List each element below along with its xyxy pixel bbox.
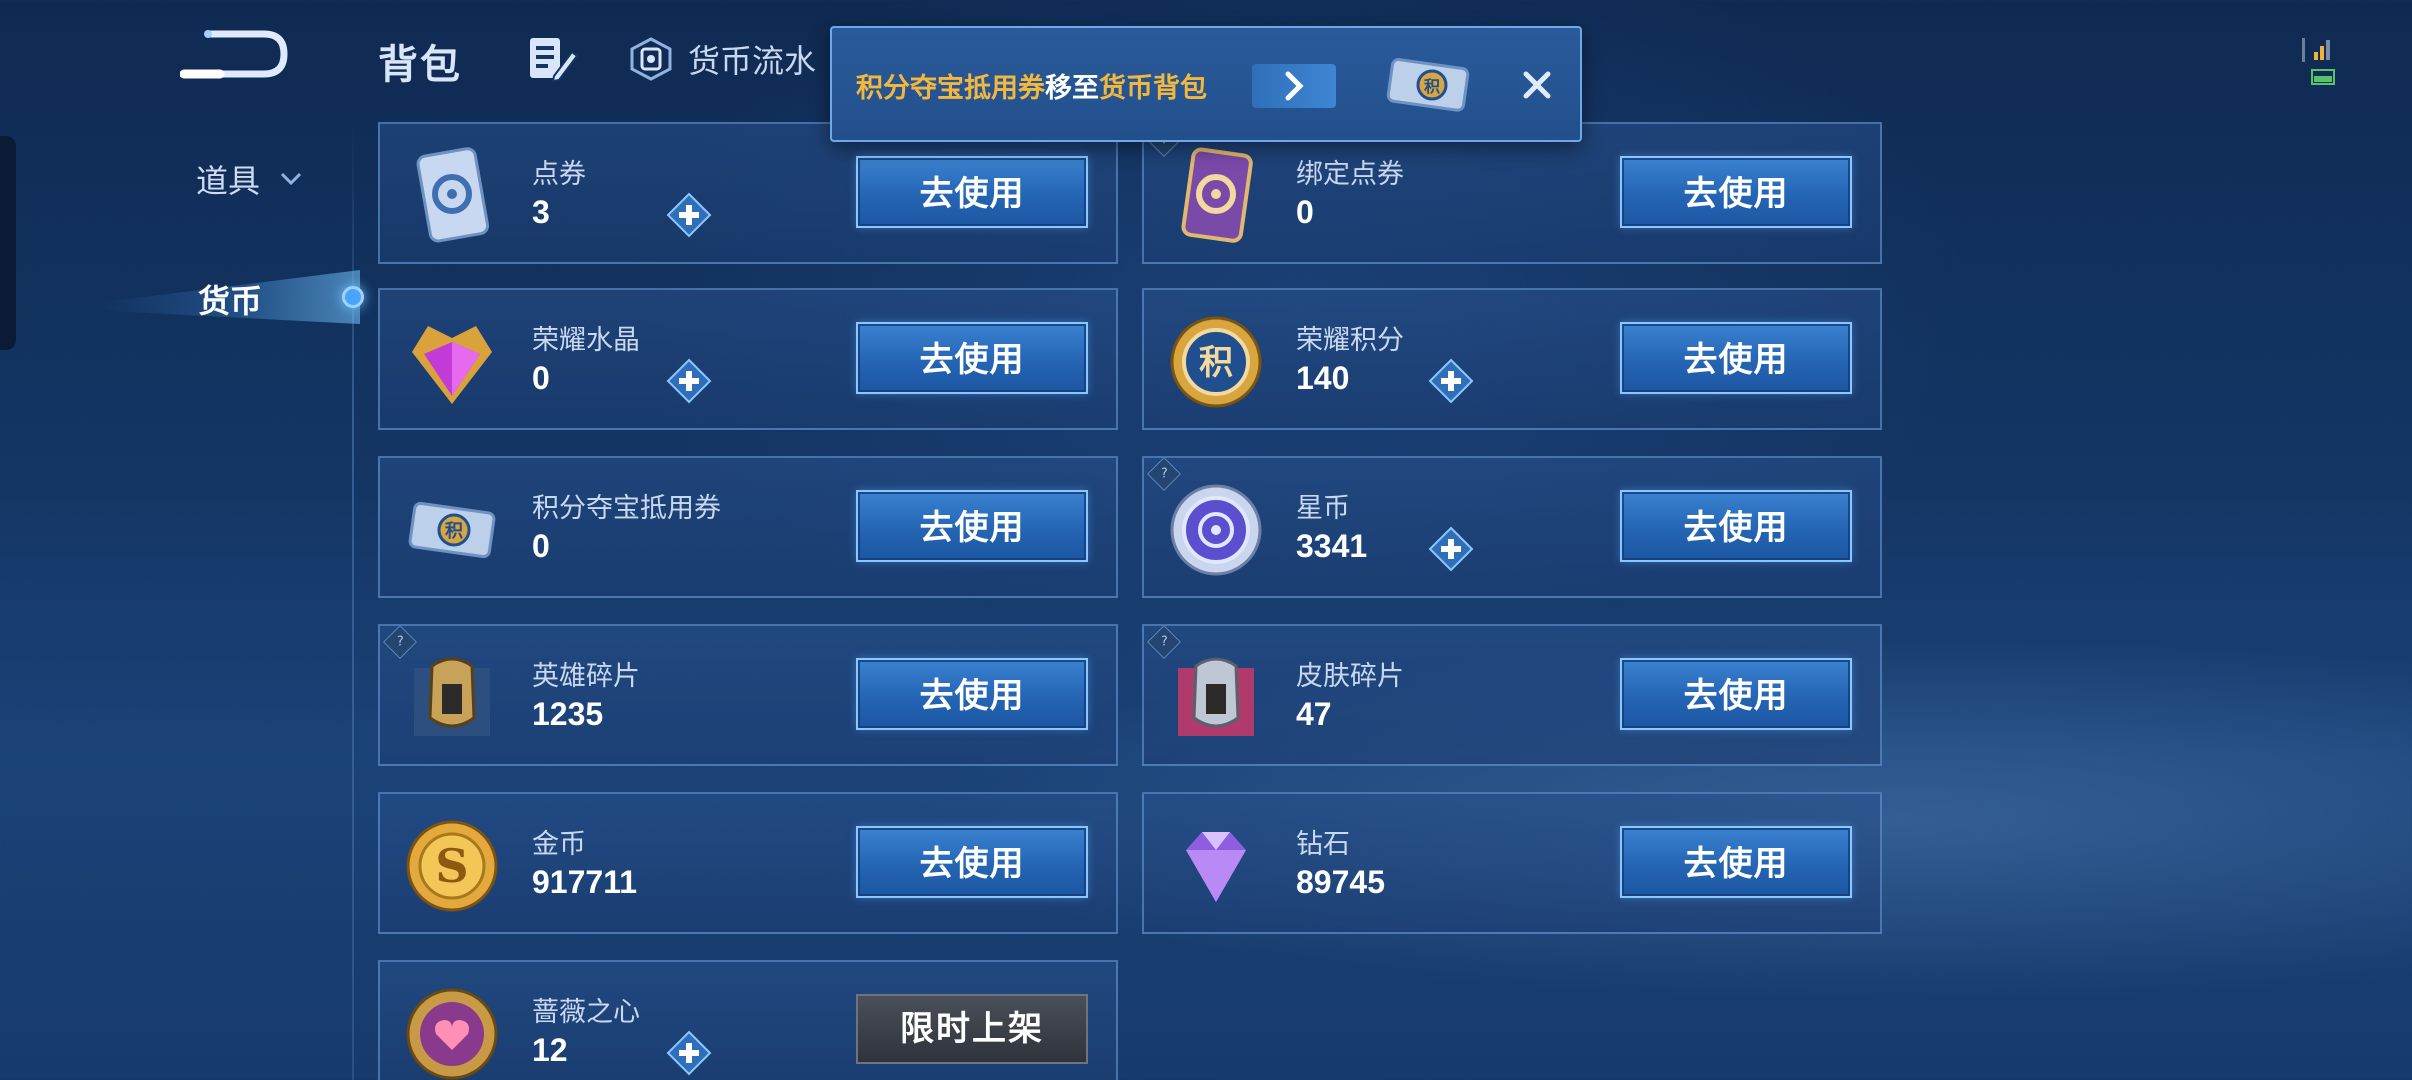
skin-fragment-icon — [1178, 657, 1254, 736]
sidebar-item-props-label: 道具 — [196, 162, 261, 200]
currency-amount: 0 — [532, 528, 550, 564]
currency-amount: 1235 — [532, 696, 604, 732]
gold-coin-icon: S — [406, 820, 498, 912]
use-button[interactable]: 去使用 — [1620, 156, 1852, 228]
back-arrow-icon — [179, 30, 288, 79]
banner-item-name: 积分夺宝抵用券 — [856, 73, 1045, 104]
rose-heart-icon — [406, 988, 498, 1080]
use-button[interactable]: 去使用 — [856, 826, 1088, 898]
currency-amount: 0 — [1296, 194, 1314, 230]
currency-card-glory-points: 积 荣耀积分 140 去使用 — [1142, 288, 1882, 430]
currency-name: 钻石 — [1296, 829, 1350, 860]
currency-amount: 0 — [532, 360, 550, 396]
add-icon[interactable] — [666, 192, 712, 238]
coupon-icon — [416, 147, 490, 243]
bound-coupon-icon — [1181, 147, 1253, 243]
add-icon[interactable] — [666, 358, 712, 404]
lottery-voucher-icon: 积 — [1386, 58, 1470, 112]
move-notice-banner: 积分夺宝抵用券移至货币背包 积 — [830, 26, 1582, 142]
svg-text:积: 积 — [1199, 343, 1233, 383]
go-to-button[interactable] — [1252, 64, 1336, 108]
currency-card-gold-coin: S 金币 917711 去使用 — [378, 792, 1118, 934]
currency-card-hero-fragment: ? 英雄碎片 1235 去使用 — [378, 624, 1118, 766]
status-indicator — [2300, 36, 2340, 88]
currency-name: 星币 — [1296, 493, 1350, 524]
diamond-icon — [1186, 832, 1246, 902]
currency-card-lottery-voucher: 积 积分夺宝抵用券 0 去使用 — [378, 456, 1118, 598]
glory-points-icon: 积 — [1170, 316, 1262, 408]
currency-card-coupon: 点券 3 去使用 — [378, 122, 1118, 264]
use-button[interactable]: 去使用 — [856, 490, 1088, 562]
banner-message: 积分夺宝抵用券移至货币背包 — [856, 66, 1207, 105]
currency-name: 蔷薇之心 — [532, 997, 640, 1028]
back-button[interactable] — [179, 28, 290, 82]
add-icon[interactable] — [666, 1030, 712, 1076]
banner-destination: 货币背包 — [1099, 73, 1207, 104]
sidebar-item-currency-label: 货币 — [198, 282, 263, 320]
currency-name: 金币 — [532, 829, 586, 860]
use-button[interactable]: 去使用 — [856, 156, 1088, 228]
currency-amount: 917711 — [532, 864, 638, 900]
star-coin-icon — [1170, 484, 1262, 576]
use-button[interactable]: 去使用 — [856, 658, 1088, 730]
chevron-down-icon — [280, 172, 302, 186]
sidebar-item-props[interactable]: 道具 — [196, 154, 302, 204]
currency-flow-icon — [630, 37, 672, 81]
edit-button[interactable] — [528, 36, 579, 83]
currency-name: 积分夺宝抵用券 — [532, 493, 721, 524]
use-button[interactable]: 去使用 — [1620, 322, 1852, 394]
close-icon[interactable] — [1520, 68, 1554, 102]
currency-name: 荣耀积分 — [1296, 325, 1404, 356]
svg-text:积: 积 — [445, 521, 463, 542]
currency-card-glory-crystal: 荣耀水晶 0 去使用 — [378, 288, 1118, 430]
currency-amount: 89745 — [1296, 864, 1385, 900]
lottery-voucher-icon: 积 — [408, 501, 496, 559]
svg-text:S: S — [435, 839, 468, 893]
currency-name: 绑定点券 — [1296, 159, 1404, 190]
currency-card-rose-heart: 蔷薇之心 12 限时上架 — [378, 960, 1118, 1080]
currency-card-star-coin: ? 星币 3341 去使用 — [1142, 456, 1882, 598]
currency-amount: 12 — [532, 1032, 568, 1068]
add-icon[interactable] — [1428, 358, 1474, 404]
currency-name: 点券 — [532, 159, 586, 190]
use-button[interactable]: 去使用 — [856, 322, 1088, 394]
edit-list-icon — [530, 38, 579, 83]
tab-currency-flow[interactable]: 货币流水 — [630, 34, 816, 84]
signal-battery-icon — [2302, 38, 2335, 85]
use-button[interactable]: 去使用 — [1620, 490, 1852, 562]
screen-edge-notch — [0, 136, 16, 350]
currency-name: 荣耀水晶 — [532, 325, 640, 356]
currency-card-skin-fragment: ? 皮肤碎片 47 去使用 — [1142, 624, 1882, 766]
add-icon[interactable] — [1428, 526, 1474, 572]
currency-amount: 47 — [1296, 696, 1332, 732]
currency-card-diamond: 钻石 89745 去使用 — [1142, 792, 1882, 934]
use-button[interactable]: 去使用 — [1620, 826, 1852, 898]
currency-amount: 3 — [532, 194, 550, 230]
use-button[interactable]: 去使用 — [1620, 658, 1852, 730]
banner-verb: 移至 — [1045, 73, 1099, 104]
currency-name: 英雄碎片 — [532, 661, 640, 692]
currency-name: 皮肤碎片 — [1296, 661, 1404, 692]
currency-card-bound-coupon: ? 绑定点券 0 去使用 — [1142, 122, 1882, 264]
currency-amount: 140 — [1296, 360, 1350, 396]
page-title: 背包 — [378, 42, 462, 88]
chevron-right-icon — [1285, 71, 1304, 101]
selected-dot-icon — [342, 286, 364, 308]
limited-time-button: 限时上架 — [856, 994, 1088, 1064]
sidebar-item-currency[interactable]: 货币 — [100, 262, 364, 332]
hero-fragment-icon — [414, 657, 490, 736]
svg-text:积: 积 — [1424, 77, 1440, 96]
glory-crystal-icon — [412, 326, 492, 404]
tab-currency-flow-label: 货币流水 — [688, 42, 817, 80]
currency-amount: 3341 — [1296, 528, 1368, 564]
